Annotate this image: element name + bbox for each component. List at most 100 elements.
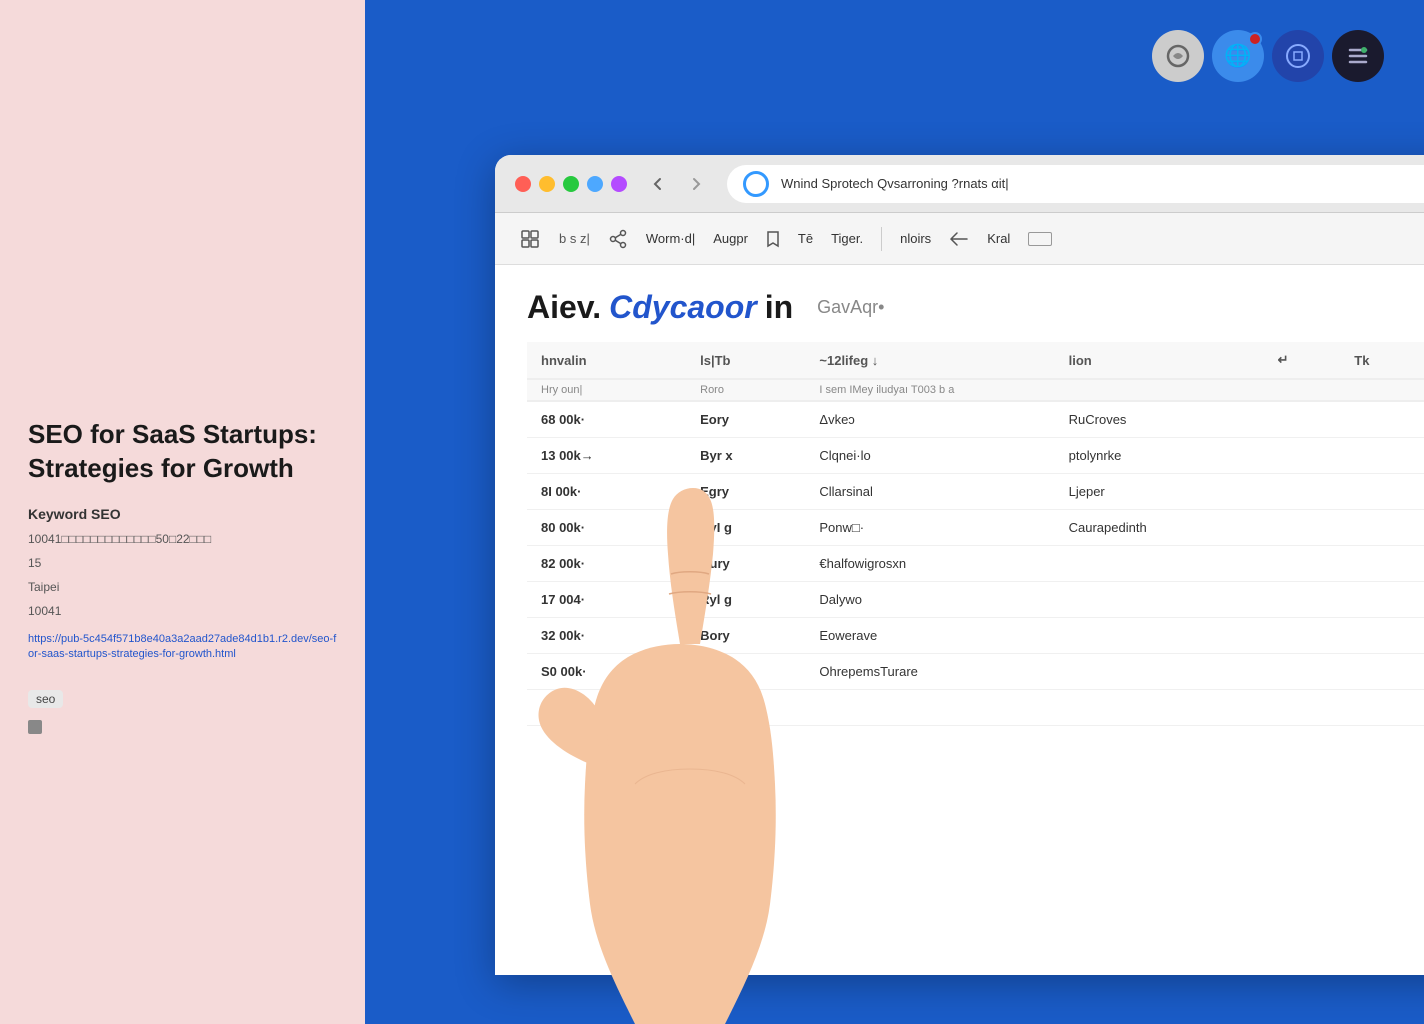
traffic-lights: [515, 176, 627, 192]
toolbar-label-1: b s z|: [559, 231, 590, 246]
sidebar: SEO for SaaS Startups: Strategies for Gr…: [0, 0, 365, 1024]
toolbar-label-tiger[interactable]: Tiger.: [831, 231, 863, 246]
cell-col2: OhrepemsTurare: [805, 654, 1054, 690]
cell-col1: Egry: [686, 474, 805, 510]
table-subheader-row: Hry oun| Roro I sem IMey iludyaı T003 b …: [527, 379, 1424, 401]
table-header-row: hnvalin ls|Tb ~12lifeg ↓ lion ↵ Tk ↗ Exc…: [527, 342, 1424, 379]
table-row: 8I 00k· Egry Cllarsinal Ljeper: [527, 474, 1424, 510]
browser-icon-1[interactable]: [1152, 30, 1204, 82]
table-row: 82 00k· Bury €halfowigrosxn: [527, 546, 1424, 582]
cell-empty1: [1264, 438, 1341, 474]
cell-empty1: [1264, 401, 1341, 438]
table-row: 13 00k→ Byr x Clqnei·lo ptolynrke: [527, 438, 1424, 474]
browser-icon-2[interactable]: 🌐: [1212, 30, 1264, 82]
cell-volume: 32 00k·: [527, 618, 686, 654]
cell-col1: Byr x: [686, 438, 805, 474]
tab-indicator-purple[interactable]: [611, 176, 627, 192]
keyword-label: Keyword SEO: [28, 506, 337, 522]
header-part3: in: [765, 289, 793, 326]
browser-icons: 🌐: [1152, 30, 1384, 82]
browser-toolbar: b s z| Worm·d| Augpr Tē Tiger. nloirs: [495, 213, 1424, 265]
page-url[interactable]: https://pub-5c454f571b8e40a3a2aad27ade84…: [28, 632, 337, 663]
keyword-table: hnvalin ls|Tb ~12lifeg ↓ lion ↵ Tk ↗ Exc…: [527, 342, 1424, 726]
browser-icon-4[interactable]: [1332, 30, 1384, 82]
toolbar-label-nloirs[interactable]: nloirs: [900, 231, 931, 246]
forward-button[interactable]: [681, 169, 711, 199]
toolbar-icon-1[interactable]: [519, 228, 541, 250]
meta-id: 10041□□□□□□□□□□□□□50□22□□□: [28, 532, 337, 546]
toolbar-label-kral[interactable]: Kral: [987, 231, 1010, 246]
toolbar-separator: [881, 227, 882, 251]
cell-volume: S0 00k·: [527, 654, 686, 690]
toolbar-icon-share[interactable]: [608, 229, 628, 249]
nav-arrows: [643, 169, 711, 199]
main-area: 🌐: [365, 0, 1424, 1024]
subheader-1: Hry oun|: [527, 379, 686, 401]
cell-empty2: [1340, 582, 1424, 618]
copy-icon[interactable]: [28, 720, 42, 734]
maximize-button[interactable]: [563, 176, 579, 192]
location: Taipei: [28, 580, 337, 594]
cell-empty2: [1340, 510, 1424, 546]
cell-empty2: [1340, 438, 1424, 474]
count: 15: [28, 556, 337, 570]
toolbar-icon-f[interactable]: [766, 230, 780, 248]
cell-col1: Bury: [686, 546, 805, 582]
page-title: SEO for SaaS Startups: Strategies for Gr…: [28, 418, 337, 486]
address-text: Wnind Sprotech Qvsarroning ?rnats αit|: [781, 176, 1424, 191]
cell-volume: 8F 00k·: [527, 690, 686, 726]
toolbar-icon-back-arrow[interactable]: [949, 231, 969, 247]
table-row: 17 004· Ryl g Dalywo: [527, 582, 1424, 618]
browser-icon-3[interactable]: [1272, 30, 1324, 82]
cell-col3: [1055, 546, 1264, 582]
cell-col2: Δvkeɔ: [805, 401, 1054, 438]
cell-col2: Cllarsinal: [805, 474, 1054, 510]
cell-col2: Clqnei·lo: [805, 438, 1054, 474]
cell-empty2: [1340, 690, 1424, 726]
header-sub: GavAqr•: [817, 297, 884, 318]
browser-window: Wnind Sprotech Qvsarroning ?rnats αit| b…: [495, 155, 1424, 975]
page-header: Aiev. Cdycaoor in GavAqr•: [527, 289, 1424, 326]
cell-empty1: [1264, 654, 1341, 690]
minimize-button[interactable]: [539, 176, 555, 192]
table-row: 8F 00k·: [527, 690, 1424, 726]
cell-col1: Ryl g: [686, 582, 805, 618]
security-icon: [743, 171, 769, 197]
cell-col2: Dalywo: [805, 582, 1054, 618]
cell-empty2: [1340, 546, 1424, 582]
table-row: 32 00k· Bory Eowerave: [527, 618, 1424, 654]
back-button[interactable]: [643, 169, 673, 199]
header-part2: Cdycaoor: [609, 289, 757, 326]
cell-empty2: [1340, 474, 1424, 510]
close-button[interactable]: [515, 176, 531, 192]
col-header-4: lion: [1055, 342, 1264, 379]
cell-empty2: [1340, 401, 1424, 438]
toolbar-label-augpr[interactable]: Augpr: [713, 231, 748, 246]
cell-col3: [1055, 618, 1264, 654]
col-header-3: ~12lifeg ↓: [805, 342, 1054, 379]
col-header-6: Tk: [1340, 342, 1424, 379]
seo-tag: seo: [28, 690, 63, 708]
cell-col2: €halfowigrosxn: [805, 546, 1054, 582]
tab-indicator-blue[interactable]: [587, 176, 603, 192]
top-bar: 🌐: [365, 0, 1424, 180]
cell-col3: Caurapedinth: [1055, 510, 1264, 546]
cell-empty1: [1264, 474, 1341, 510]
cell-volume: 8I 00k·: [527, 474, 686, 510]
col-header-1: hnvalin: [527, 342, 686, 379]
toolbar-label-worm[interactable]: Worm·d|: [646, 231, 695, 246]
col-header-2: ls|Tb: [686, 342, 805, 379]
toolbar-box: [1028, 232, 1052, 246]
subheader-2: Roro: [686, 379, 805, 401]
cell-col1: Bory: [686, 618, 805, 654]
cell-volume: 13 00k→: [527, 438, 686, 474]
cell-empty1: [1264, 510, 1341, 546]
cell-col1: ByI g: [686, 510, 805, 546]
cell-col1: [686, 690, 805, 726]
cell-col3: ptolynrke: [1055, 438, 1264, 474]
cell-col3: RuCroves: [1055, 401, 1264, 438]
toolbar-label-te[interactable]: Tē: [798, 231, 813, 246]
table-row: 80 00k· ByI g Ponw□· Caurapedinth: [527, 510, 1424, 546]
header-part1: Aiev.: [527, 289, 601, 326]
address-bar[interactable]: Wnind Sprotech Qvsarroning ?rnats αit|: [727, 165, 1424, 203]
